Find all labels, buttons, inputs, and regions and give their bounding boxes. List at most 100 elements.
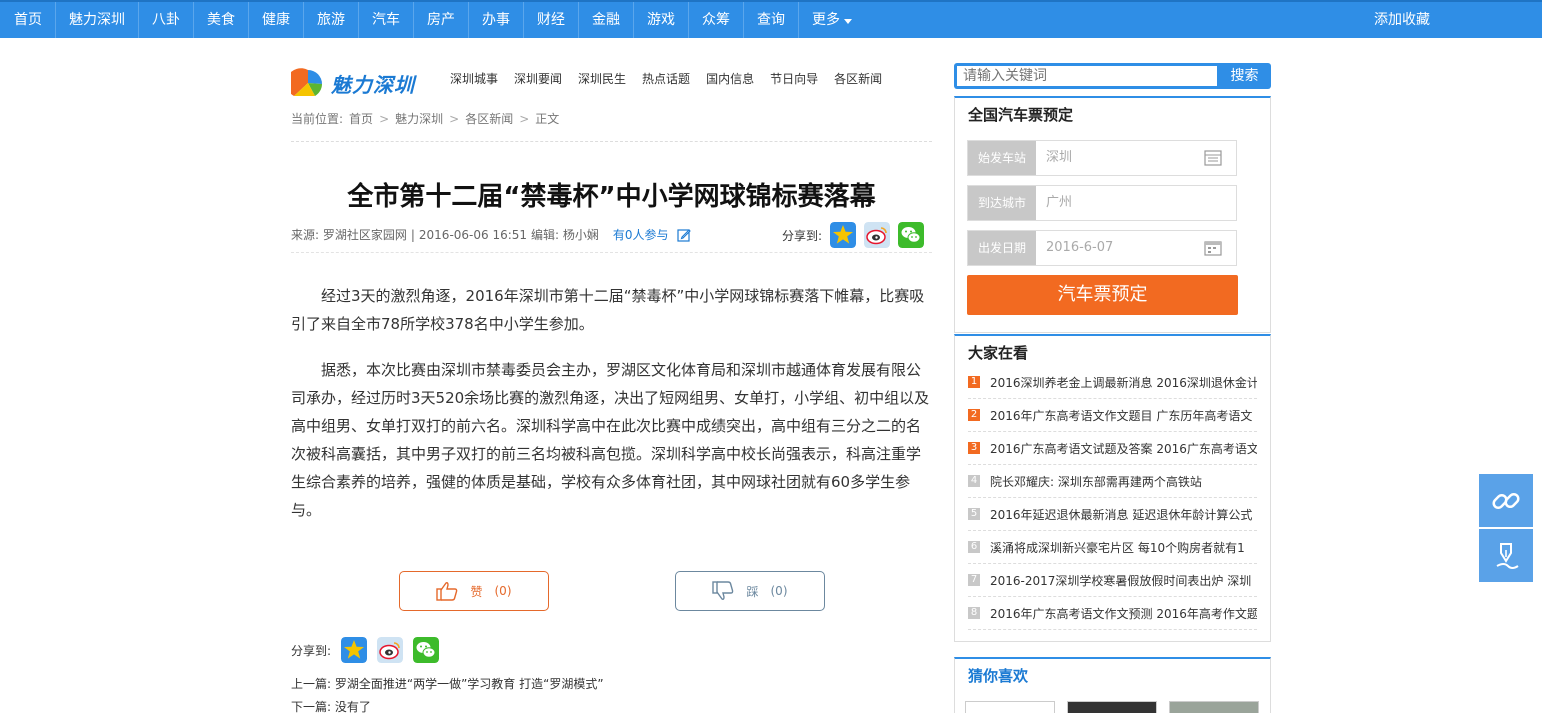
sub-nav-item[interactable]: 国内信息 (706, 70, 754, 88)
trending-item-text: 2016-2017深圳学校寒暑假放假时间表出炉 深圳 (990, 573, 1252, 588)
article-title: 全市第十二届“禁毒杯”中小学网球锦标赛落幕 (347, 182, 876, 212)
rank-badge: 6 (968, 541, 980, 553)
list-icon[interactable] (1204, 150, 1222, 166)
article-meta: 来源: 罗湖社区家园网 | 2016-06-06 16:51 编辑: 杨小娴 有… (291, 226, 691, 243)
recommend-thumbnails (965, 701, 1259, 713)
bus-ticket-panel: 全国汽车票预定 始发车站 深圳 到达城市 广州 出发日期 2016-6-07 汽… (954, 96, 1271, 333)
top-nav-item[interactable]: 众筹 (689, 2, 744, 38)
trending-panel: 大家在看 1 2016深圳养老金上调最新消息 2016深圳退休金计 2 2016年广东… (954, 334, 1271, 642)
feedback-float-button[interactable] (1479, 529, 1533, 582)
top-nav-item[interactable]: 首页 (0, 2, 56, 38)
sub-nav-item[interactable]: 深圳城事 (450, 70, 498, 88)
trending-item[interactable]: 2 2016年广东高考语文作文题目 广东历年高考语文 (968, 399, 1257, 432)
article-editor: 编辑: 杨小娴 (531, 228, 599, 242)
like-button[interactable]: 赞 (0) (399, 571, 549, 611)
rank-badge: 4 (968, 475, 980, 487)
like-count: (0) (494, 584, 512, 598)
top-nav-item[interactable]: 办事 (469, 2, 524, 38)
top-nav-item[interactable]: 汽车 (359, 2, 414, 38)
trending-item[interactable]: 5 2016年延迟退休最新消息 延迟退休年龄计算公式 (968, 498, 1257, 531)
sub-nav-item[interactable]: 深圳民生 (578, 70, 626, 88)
article-paragraph: 经过3天的激烈角逐，2016年深圳市第十二届“禁毒杯”中小学网球锦标赛落下帷幕，… (291, 287, 925, 333)
rank-badge: 7 (968, 574, 980, 586)
trending-item-text: 院长邓耀庆: 深圳东部需再建两个高铁站 (990, 474, 1202, 489)
top-nav-item[interactable]: 旅游 (304, 2, 359, 38)
top-nav-item[interactable]: 美食 (194, 2, 249, 38)
qzone-share-icon[interactable] (830, 222, 857, 248)
breadcrumb-item[interactable]: 魅力深圳 (395, 110, 443, 127)
trending-item[interactable]: 4 院长邓耀庆: 深圳东部需再建两个高铁站 (968, 465, 1257, 498)
top-nav-item[interactable]: 游戏 (634, 2, 689, 38)
participants-link[interactable]: 有0人参与 (613, 226, 669, 243)
prev-article-link[interactable]: 罗湖全面推进“两学一做”学习教育 打造“罗湖模式” (335, 677, 604, 691)
dislike-button[interactable]: 踩 (0) (675, 571, 825, 611)
sub-nav-item[interactable]: 热点话题 (642, 70, 690, 88)
divider (291, 141, 932, 142)
top-nav-item[interactable]: 魅力深圳 (56, 2, 139, 38)
breadcrumb-prefix: 当前位置: (291, 112, 344, 126)
trending-item-text: 2016年广东高考语文作文题目 广东历年高考语文 (990, 408, 1253, 423)
rank-badge: 8 (968, 607, 980, 619)
top-nav-more[interactable]: 更多 (799, 2, 865, 38)
chevron-down-icon (844, 18, 852, 24)
trending-item[interactable]: 8 2016年广东高考语文作文预测 2016年高考作文题 (968, 597, 1257, 630)
logo-text: 魅力深圳 (331, 72, 415, 97)
field-value[interactable]: 广州 (1036, 186, 1236, 220)
edit-icon[interactable] (676, 228, 691, 242)
qzone-share-icon[interactable] (341, 637, 368, 663)
next-article-link[interactable]: 没有了 (335, 700, 371, 713)
wechat-share-icon[interactable] (898, 222, 925, 248)
logo-icon (291, 68, 322, 96)
share-bar-top: 分享到: (782, 222, 925, 248)
recommend-thumbnail[interactable] (1169, 701, 1259, 713)
trending-item[interactable]: 3 2016广东高考语文试题及答案 2016广东高考语文 (968, 432, 1257, 465)
recommend-thumbnail[interactable] (965, 701, 1055, 713)
trending-item[interactable]: 1 2016深圳养老金上调最新消息 2016深圳退休金计 (968, 366, 1257, 399)
sub-nav-item[interactable]: 各区新闻 (834, 70, 882, 88)
search-input[interactable] (956, 65, 1218, 87)
trending-list: 1 2016深圳养老金上调最新消息 2016深圳退休金计 2 2016年广东高考语文作… (955, 366, 1270, 630)
trending-item-text: 溪涌将成深圳新兴豪宅片区 每10个购房者就有1 (990, 540, 1245, 555)
add-favorite-link[interactable]: 添加收藏 (1374, 2, 1430, 38)
more-label: 更多 (812, 12, 840, 28)
share-label: 分享到: (291, 643, 332, 658)
top-nav-item[interactable]: 健康 (249, 2, 304, 38)
departure-station-field[interactable]: 始发车站 深圳 (967, 140, 1237, 176)
destination-city-field[interactable]: 到达城市 广州 (967, 185, 1237, 221)
calendar-icon[interactable] (1204, 240, 1222, 256)
top-nav-item[interactable]: 财经 (524, 2, 579, 38)
thumbs-up-icon (436, 582, 458, 601)
recommend-thumbnail[interactable] (1067, 701, 1157, 713)
weibo-share-icon[interactable] (377, 637, 404, 663)
prev-label: 上一篇: (291, 677, 332, 691)
top-nav-item[interactable]: 八卦 (139, 2, 194, 38)
trending-item[interactable]: 7 2016-2017深圳学校寒暑假放假时间表出炉 深圳 (968, 564, 1257, 597)
trending-item[interactable]: 6 溪涌将成深圳新兴豪宅片区 每10个购房者就有1 (968, 531, 1257, 564)
sub-nav-item[interactable]: 深圳要闻 (514, 70, 562, 88)
next-label: 下一篇: (291, 700, 332, 713)
article-source: 来源: 罗湖社区家园网 (291, 228, 407, 242)
breadcrumb-separator: > (379, 111, 390, 126)
departure-date-field[interactable]: 出发日期 2016-6-07 (967, 230, 1237, 266)
top-nav-items: 首页 魅力深圳 八卦 美食 健康 旅游 汽车 房产 办事 财经 金融 游戏 众筹 查询 更多 (0, 2, 865, 38)
like-label: 赞 (470, 584, 483, 599)
dislike-count: (0) (770, 584, 788, 598)
top-nav-item[interactable]: 查询 (744, 2, 799, 38)
link-float-button[interactable] (1479, 474, 1533, 527)
sub-nav-item[interactable]: 节日向导 (770, 70, 818, 88)
recommend-panel: 猜你喜欢 (954, 657, 1271, 713)
top-nav-item[interactable]: 金融 (579, 2, 634, 38)
bus-ticket-book-button[interactable]: 汽车票预定 (967, 275, 1238, 315)
top-navbar: 首页 魅力深圳 八卦 美食 健康 旅游 汽车 房产 办事 财经 金融 游戏 众筹 查询 更多 添加收藏 (0, 0, 1542, 38)
rank-badge: 2 (968, 409, 980, 421)
breadcrumb-item[interactable]: 首页 (349, 110, 373, 127)
weibo-share-icon[interactable] (864, 222, 891, 248)
field-label: 始发车站 (968, 141, 1036, 175)
site-logo[interactable]: 魅力深圳 (291, 68, 415, 98)
field-label: 出发日期 (968, 231, 1036, 265)
search-button[interactable]: 搜索 (1218, 63, 1271, 89)
top-nav-item[interactable]: 房产 (414, 2, 469, 38)
rank-badge: 5 (968, 508, 980, 520)
breadcrumb-item[interactable]: 各区新闻 (465, 110, 513, 127)
wechat-share-icon[interactable] (413, 637, 440, 663)
